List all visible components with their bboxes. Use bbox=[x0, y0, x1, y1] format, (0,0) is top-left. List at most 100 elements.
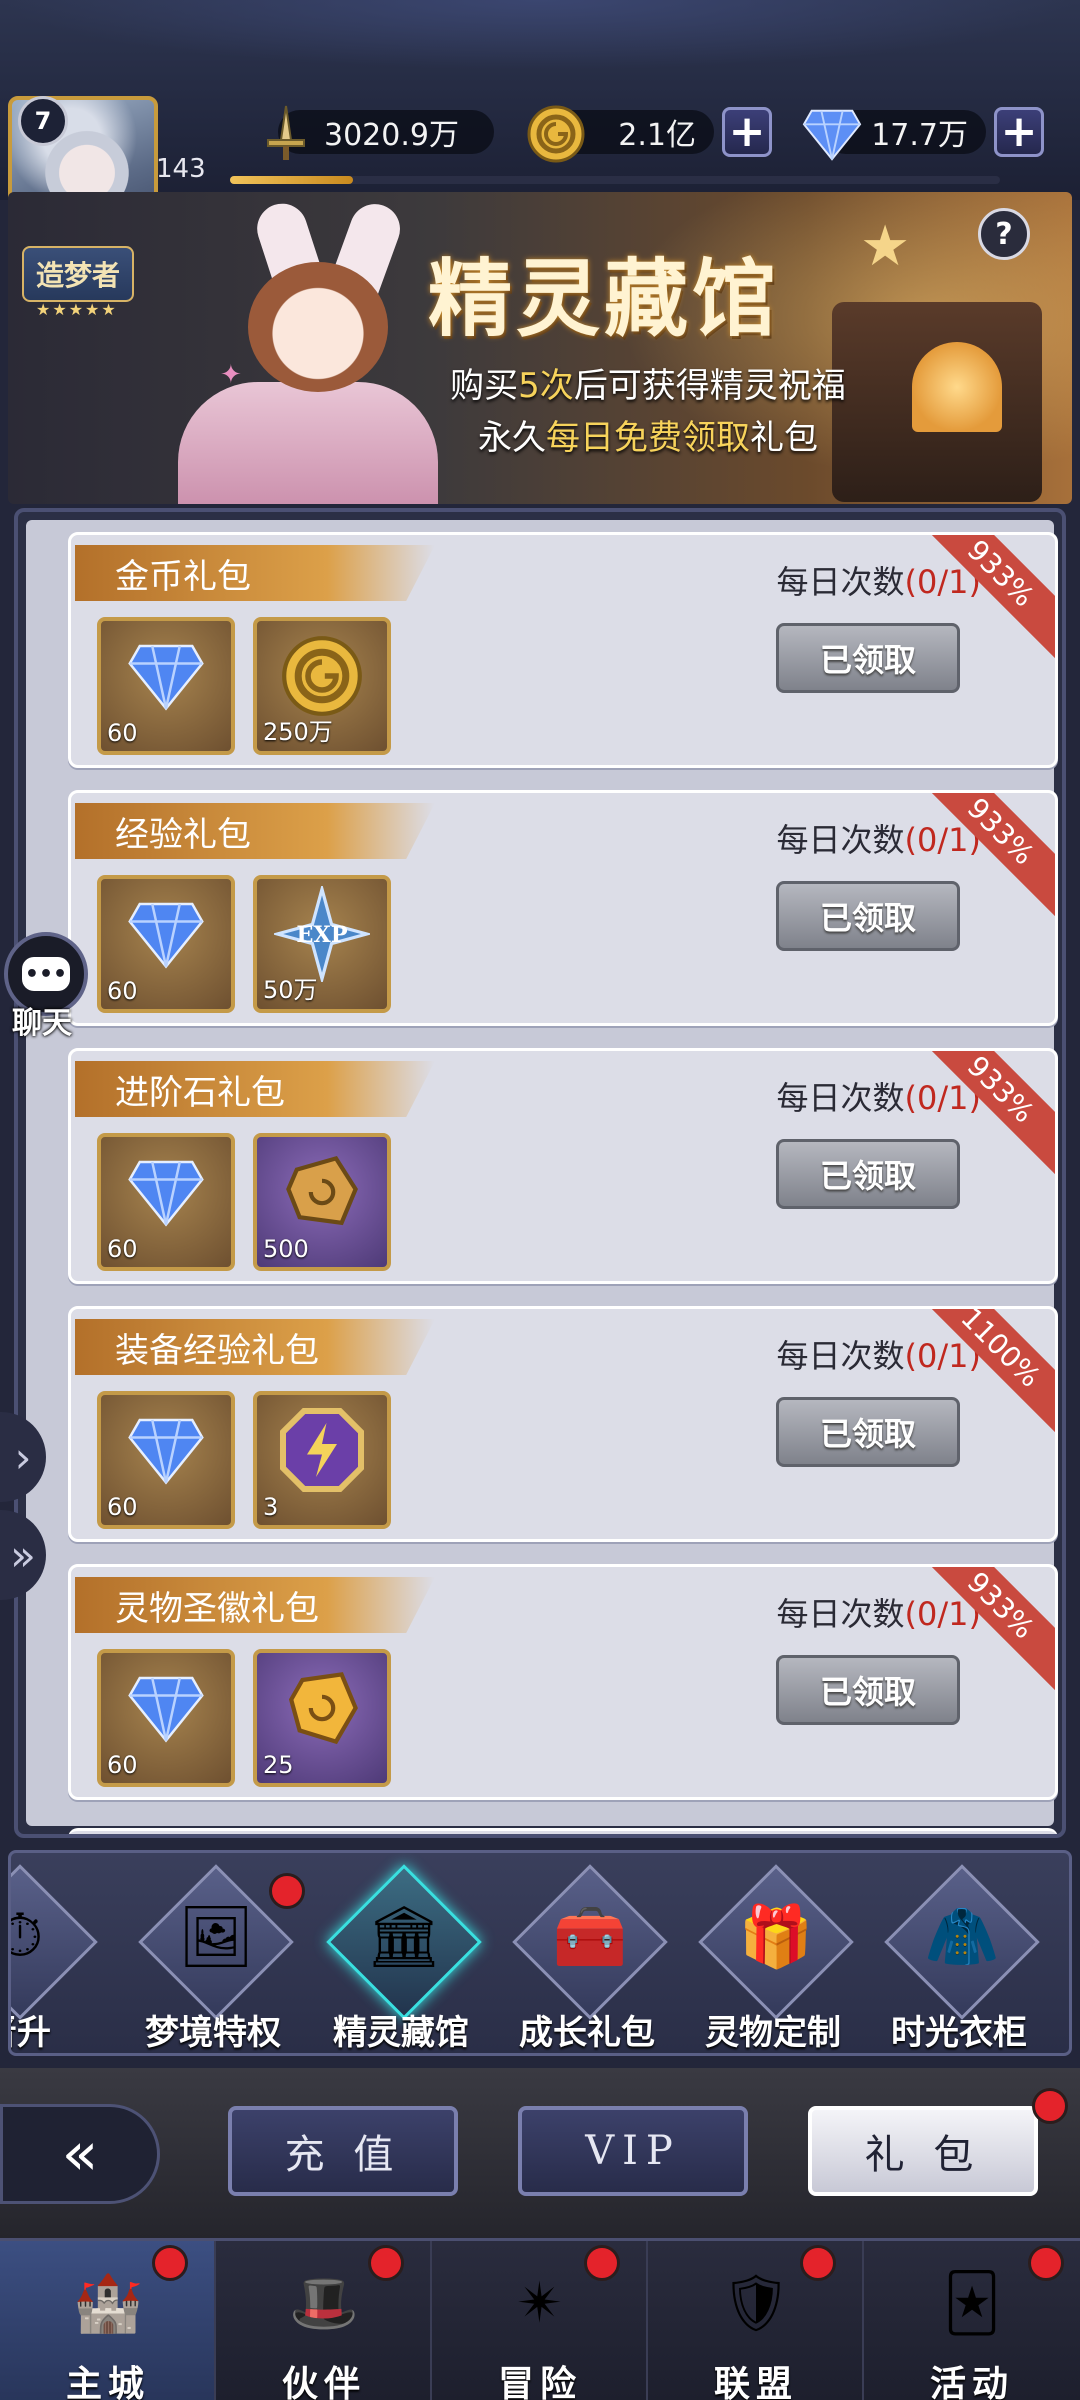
claimed-button[interactable]: 已领取 bbox=[776, 1397, 960, 1467]
bunny-girl-illustration bbox=[138, 192, 438, 504]
daily-count: 每日次数(0/1) bbox=[776, 821, 981, 859]
nav-main-city[interactable]: 🏰 主城 bbox=[0, 2241, 216, 2400]
reward-item-holy-emblem[interactable]: 25 bbox=[253, 1649, 391, 1787]
gift-pack-card: 经验礼包 每日次数(0/1) 933% 60 EXP 50万 已领取 bbox=[68, 790, 1058, 1026]
chat-button[interactable]: ••• 聊天 bbox=[4, 932, 94, 1042]
subtab-promotion[interactable]: ⏱ 晋升 bbox=[11, 1864, 107, 2053]
subtab-time-wardrobe[interactable]: 🧥 时光衣柜 bbox=[869, 1864, 1049, 2053]
subtab-spirit-custom[interactable]: 🎁 灵物定制 bbox=[683, 1864, 863, 2053]
notification-dot bbox=[1028, 2245, 1064, 2281]
advance-stone-icon bbox=[257, 1137, 387, 1247]
gift-button[interactable]: 礼 包 bbox=[808, 2106, 1038, 2196]
clock-icon: ⏱ bbox=[11, 1881, 65, 1991]
player-title-badge: 造梦者 bbox=[22, 246, 134, 302]
help-button[interactable]: ? bbox=[978, 208, 1030, 260]
chevron-right-icon: › bbox=[14, 1432, 32, 1482]
subtab-dream-privilege[interactable]: 🖼 梦境特权 bbox=[123, 1864, 305, 2053]
notification-dot bbox=[269, 1873, 305, 1909]
subtab-spirit-vault[interactable]: 🏛 精灵藏馆 bbox=[311, 1864, 491, 2053]
diamond-icon bbox=[101, 1653, 231, 1763]
shop-category-bar: « 充 值 VIP 礼 包 bbox=[0, 2068, 1080, 2238]
gift-pack-card: 进阶石礼包 每日次数(0/1) 933% 60 500 已领取 bbox=[68, 1048, 1058, 1284]
portrait-frame-icon: 🖼 bbox=[177, 1901, 255, 1972]
reward-item-diamond[interactable]: 60 bbox=[97, 617, 235, 755]
add-diamond-button[interactable]: + bbox=[994, 107, 1044, 157]
treasure-chest-icon: 🧰 bbox=[552, 1901, 628, 1972]
reward-item-gold[interactable]: 250万 bbox=[253, 617, 391, 755]
pack-title: 灵物圣徽礼包 bbox=[75, 1577, 435, 1633]
gift-pack-card: 灵物圣徽礼包 每日次数(0/1) 933% 60 25 已领取 bbox=[68, 1564, 1058, 1800]
castle-icon: 🏰 bbox=[73, 2271, 143, 2336]
notification-dot bbox=[584, 2245, 620, 2281]
diamond-icon bbox=[101, 1395, 231, 1505]
chat-bubble-icon: ••• bbox=[22, 957, 70, 991]
reward-item-equip-exp[interactable]: 3 bbox=[253, 1391, 391, 1529]
diamond-resource: 17.7万 + bbox=[802, 104, 1044, 161]
house-window bbox=[912, 342, 1002, 432]
exp-number: 143 bbox=[156, 154, 206, 184]
reward-item-diamond[interactable]: 60 bbox=[97, 1133, 235, 1271]
event-banner: 精灵藏馆 购买5次后可获得精灵祝福 永久每日免费领取礼包 bbox=[8, 192, 1072, 504]
notification-dot bbox=[800, 2245, 836, 2281]
coat-icon: 🧥 bbox=[924, 1901, 1000, 1972]
banner-title: 精灵藏馆 bbox=[428, 249, 781, 348]
add-gold-button[interactable]: + bbox=[722, 107, 772, 157]
banner-line-2: 永久每日免费领取礼包 bbox=[478, 418, 818, 458]
gift-chest-icon: 🎁 bbox=[738, 1901, 814, 1972]
reward-item-exp[interactable]: EXP 50万 bbox=[253, 875, 391, 1013]
cards-icon: 🃏 bbox=[943, 2270, 1001, 2336]
banner-line-1: 购买5次后可获得精灵祝福 bbox=[450, 366, 846, 406]
pack-title: 经验礼包 bbox=[75, 803, 435, 859]
recharge-button[interactable]: 充 值 bbox=[228, 2106, 458, 2196]
claimed-button[interactable]: 已领取 bbox=[776, 881, 960, 951]
power-sword-icon bbox=[256, 104, 316, 164]
star-icon: ★ bbox=[860, 214, 911, 279]
daily-count: 每日次数(0/1) bbox=[776, 1595, 981, 1633]
reward-item-diamond[interactable]: 60 bbox=[97, 1391, 235, 1529]
shield-icon: 🛡 bbox=[720, 2271, 792, 2336]
double-chevron-right-icon: » bbox=[10, 1530, 36, 1580]
spirit-vault-icon: 🏛 bbox=[365, 1901, 443, 1972]
vip-button[interactable]: VIP bbox=[518, 2106, 748, 2196]
claimed-button[interactable]: 已领取 bbox=[776, 1139, 960, 1209]
diamond-icon bbox=[101, 621, 231, 731]
nav-events[interactable]: 🃏 活动 bbox=[864, 2241, 1080, 2400]
claimed-button[interactable]: 已领取 bbox=[776, 623, 960, 693]
svg-text:EXP: EXP bbox=[296, 922, 347, 948]
nav-alliance[interactable]: 🛡 联盟 bbox=[648, 2241, 864, 2400]
gift-pack-card-partial bbox=[68, 1828, 1058, 1834]
wizard-hat-icon: 🎩 bbox=[289, 2271, 359, 2336]
gift-pack-card: 金币礼包 每日次数(0/1) 933% 60 250万 已领取 bbox=[68, 532, 1058, 768]
pack-title: 金币礼包 bbox=[75, 545, 435, 601]
nav-adventure[interactable]: ✴ 冒险 bbox=[432, 2241, 648, 2400]
diamond-icon bbox=[101, 879, 231, 989]
notification-dot bbox=[1032, 2088, 1068, 2124]
pack-title: 装备经验礼包 bbox=[75, 1319, 435, 1375]
diamond-icon bbox=[101, 1137, 231, 1247]
reward-item-advance-stone[interactable]: 500 bbox=[253, 1133, 391, 1271]
reward-item-diamond[interactable]: 60 bbox=[97, 1649, 235, 1787]
back-button[interactable]: « bbox=[0, 2104, 160, 2204]
diamond-icon bbox=[802, 104, 862, 164]
reward-item-diamond[interactable]: 60 bbox=[97, 875, 235, 1013]
daily-count: 每日次数(0/1) bbox=[776, 563, 981, 601]
title-stars: ★★★★★ bbox=[36, 300, 118, 319]
gold-coin-icon bbox=[526, 104, 586, 164]
back-arrow-icon: « bbox=[61, 2119, 99, 2189]
compass-icon: ✴ bbox=[516, 2270, 564, 2336]
gold-resource: 2.1亿 + bbox=[527, 104, 772, 163]
gift-pack-card: 装备经验礼包 每日次数(0/1) 1100% 60 3 已领取 bbox=[68, 1306, 1058, 1542]
claimed-button[interactable]: 已领取 bbox=[776, 1655, 960, 1725]
exp-progress-bar bbox=[230, 176, 1000, 184]
daily-count: 每日次数(0/1) bbox=[776, 1079, 981, 1117]
player-level-badge: 7 bbox=[18, 96, 68, 146]
shop-subtab-strip[interactable]: ⏱ 晋升 🖼 梦境特权 🏛 精灵藏馆 🧰 成长礼包 🎁 灵物定制 🧥 时光衣柜 bbox=[8, 1850, 1072, 2056]
power-resource: 3020.9万 bbox=[267, 104, 494, 160]
gift-pack-list[interactable]: 金币礼包 每日次数(0/1) 933% 60 250万 已领取 经验礼包 每日次… bbox=[14, 508, 1066, 1838]
subtab-growth-pack[interactable]: 🧰 成长礼包 bbox=[497, 1864, 677, 2053]
main-navigation: 🏰 主城 🎩 伙伴 ✴ 冒险 🛡 联盟 🃏 活动 bbox=[0, 2238, 1080, 2400]
daily-count: 每日次数(0/1) bbox=[776, 1337, 981, 1375]
sparkle-icon: ✦ bbox=[220, 360, 242, 390]
pack-title: 进阶石礼包 bbox=[75, 1061, 435, 1117]
nav-partners[interactable]: 🎩 伙伴 bbox=[216, 2241, 432, 2400]
